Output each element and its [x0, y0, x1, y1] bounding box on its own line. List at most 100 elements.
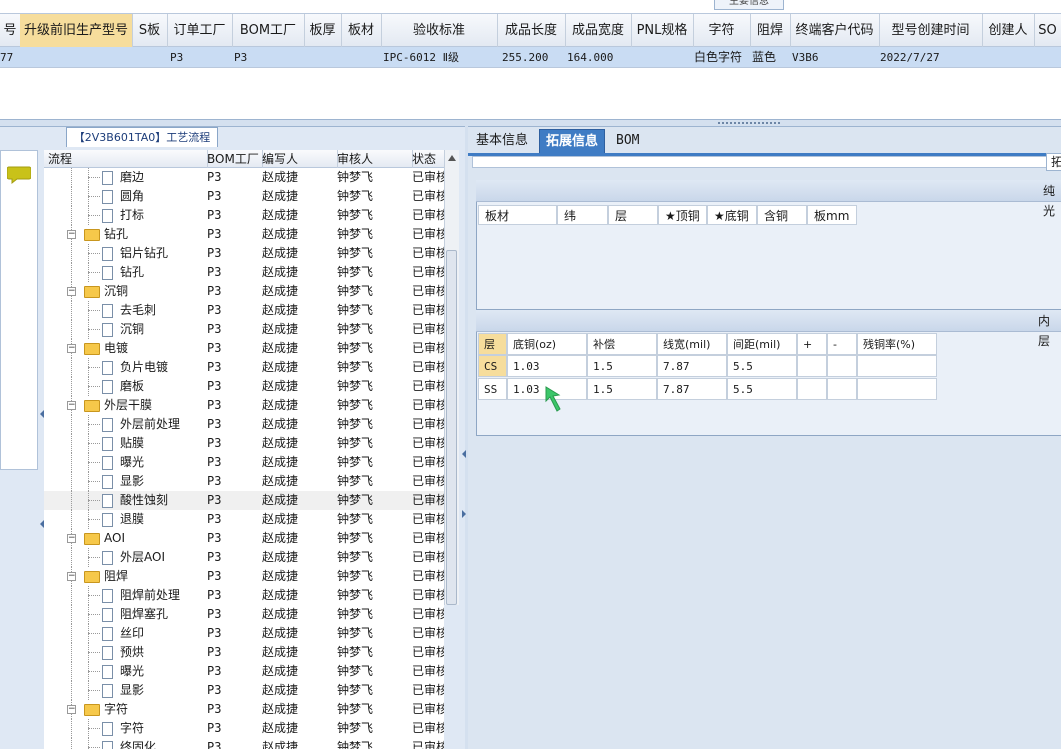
layer-cell[interactable]: SS: [478, 378, 507, 400]
col-header-old-model[interactable]: 升级前旧生产型号: [20, 14, 133, 48]
board-col-header[interactable]: ★顶铜: [658, 205, 707, 225]
tree-row[interactable]: 终固化 P3 赵成捷 钟梦飞 已审核: [44, 738, 444, 749]
col-header-reviewer[interactable]: 审核人: [333, 150, 413, 168]
tree-row[interactable]: 贴膜 P3 赵成捷 钟梦飞 已审核: [44, 434, 444, 453]
layer-col-header[interactable]: 线宽(mil): [657, 333, 727, 355]
tree-row[interactable]: 外层前处理 P3 赵成捷 钟梦飞 已审核: [44, 415, 444, 434]
layer-cell[interactable]: 7.87: [657, 378, 727, 400]
layer-cell[interactable]: 5.5: [727, 378, 797, 400]
col-header-length[interactable]: 成品长度: [497, 14, 566, 48]
tree-row[interactable]: 磨板 P3 赵成捷 钟梦飞 已审核: [44, 377, 444, 396]
col-header-mask[interactable]: 阻焊: [750, 14, 791, 48]
tab-extended-info[interactable]: 拓展信息: [539, 129, 606, 155]
tree-row[interactable]: 磨边 P3 赵成捷 钟梦飞 已审核: [44, 168, 444, 187]
tree-row[interactable]: − AOI P3 赵成捷 钟梦飞 已审核: [44, 529, 444, 548]
tree-row[interactable]: 外层AOI P3 赵成捷 钟梦飞 已审核: [44, 548, 444, 567]
tree-row[interactable]: 显影 P3 赵成捷 钟梦飞 已审核: [44, 681, 444, 700]
layer-cell[interactable]: [857, 355, 937, 377]
col-header-status[interactable]: 状态: [408, 150, 448, 168]
tree-row[interactable]: 预烘 P3 赵成捷 钟梦飞 已审核: [44, 643, 444, 662]
tree-row[interactable]: 酸性蚀刻 P3 赵成捷 钟梦飞 已审核: [44, 491, 444, 510]
layer-col-header[interactable]: 层: [478, 333, 507, 355]
tree-row[interactable]: 曝光 P3 赵成捷 钟梦飞 已审核: [44, 453, 444, 472]
col-header-s-board[interactable]: S板: [132, 14, 168, 48]
collapse-toggle-icon[interactable]: −: [67, 572, 76, 581]
main-info-tab[interactable]: 主要信息: [714, 0, 784, 10]
col-header-creator[interactable]: 创建人: [982, 14, 1035, 48]
col-header-order-factory[interactable]: 订单工厂: [167, 14, 233, 48]
layer-col-header[interactable]: 底铜(oz): [507, 333, 587, 355]
tree-row[interactable]: 去毛刺 P3 赵成捷 钟梦飞 已审核: [44, 301, 444, 320]
col-header-pnl[interactable]: PNL规格: [631, 14, 694, 48]
layer-col-header[interactable]: 间距(mil): [727, 333, 797, 355]
col-header-customer[interactable]: 终端客户代码: [790, 14, 880, 48]
board-col-header[interactable]: 纬: [557, 205, 608, 225]
col-header-thickness[interactable]: 板厚: [304, 14, 342, 48]
tree-row[interactable]: 字符 P3 赵成捷 钟梦飞 已审核: [44, 719, 444, 738]
tree-row[interactable]: 显影 P3 赵成捷 钟梦飞 已审核: [44, 472, 444, 491]
tree-row[interactable]: − 阻焊 P3 赵成捷 钟梦飞 已审核: [44, 567, 444, 586]
tree-row[interactable]: 阻焊前处理 P3 赵成捷 钟梦飞 已审核: [44, 586, 444, 605]
col-header-created-time[interactable]: 型号创建时间: [879, 14, 983, 48]
tree-row[interactable]: 圆角 P3 赵成捷 钟梦飞 已审核: [44, 187, 444, 206]
col-header-flow[interactable]: 流程: [44, 150, 208, 168]
splitter-grip-vertical[interactable]: [462, 450, 466, 520]
collapse-toggle-icon[interactable]: −: [67, 230, 76, 239]
collapse-toggle-icon[interactable]: −: [67, 534, 76, 543]
layer-col-header[interactable]: -: [827, 333, 857, 355]
expand-button[interactable]: 拓: [1046, 153, 1061, 171]
tree-row[interactable]: 沉铜 P3 赵成捷 钟梦飞 已审核: [44, 320, 444, 339]
layer-col-header[interactable]: +: [797, 333, 827, 355]
board-col-header[interactable]: 含铜: [757, 205, 807, 225]
table-row[interactable]: 77 P3 P3 IPC-6012 Ⅱ级 255.200 164.000 白色字…: [0, 47, 1061, 68]
layer-cell[interactable]: [797, 355, 827, 377]
tree-row[interactable]: − 外层干膜 P3 赵成捷 钟梦飞 已审核: [44, 396, 444, 415]
col-header-char[interactable]: 字符: [693, 14, 751, 48]
collapse-toggle-icon[interactable]: −: [67, 344, 76, 353]
tab-bom[interactable]: BOM: [610, 129, 645, 153]
col-header-width[interactable]: 成品宽度: [565, 14, 632, 48]
layer-cell[interactable]: 1.03: [507, 355, 587, 377]
board-col-header[interactable]: 板材: [478, 205, 557, 225]
tree-row[interactable]: − 电镀 P3 赵成捷 钟梦飞 已审核: [44, 339, 444, 358]
layer-cell[interactable]: 1.5: [587, 355, 657, 377]
layer-col-header[interactable]: 补偿: [587, 333, 657, 355]
tree-row[interactable]: 丝印 P3 赵成捷 钟梦飞 已审核: [44, 624, 444, 643]
col-header-material[interactable]: 板材: [341, 14, 382, 48]
board-col-header[interactable]: ★底铜: [707, 205, 757, 225]
collapse-toggle-icon[interactable]: −: [67, 287, 76, 296]
collapse-toggle-icon[interactable]: −: [67, 705, 76, 714]
layer-cell[interactable]: [827, 355, 857, 377]
tab-basic-info[interactable]: 基本信息: [470, 129, 534, 153]
layer-col-header[interactable]: 残铜率(%): [857, 333, 937, 355]
col-header-no[interactable]: 号: [0, 14, 21, 48]
layer-cell[interactable]: [797, 378, 827, 400]
layer-cell[interactable]: [827, 378, 857, 400]
layer-cell[interactable]: 1.5: [587, 378, 657, 400]
tree-row[interactable]: 阻焊塞孔 P3 赵成捷 钟梦飞 已审核: [44, 605, 444, 624]
layer-cell[interactable]: 7.87: [657, 355, 727, 377]
col-header-so[interactable]: SO: [1034, 14, 1061, 48]
col-header-bom-factory[interactable]: BOM工厂: [232, 14, 305, 48]
tree-row[interactable]: − 字符 P3 赵成捷 钟梦飞 已审核: [44, 700, 444, 719]
tree-row[interactable]: 退膜 P3 赵成捷 钟梦飞 已审核: [44, 510, 444, 529]
flow-title[interactable]: 【2V3B601TA0】工艺流程: [66, 127, 218, 147]
col-header-bom[interactable]: BOM工厂: [203, 150, 263, 168]
tree-row[interactable]: − 钻孔 P3 赵成捷 钟梦飞 已审核: [44, 225, 444, 244]
layer-cell[interactable]: CS: [478, 355, 507, 377]
tree-row[interactable]: 打标 P3 赵成捷 钟梦飞 已审核: [44, 206, 444, 225]
scroll-up-icon[interactable]: [448, 155, 456, 161]
col-header-writer[interactable]: 编写人: [258, 150, 338, 168]
board-col-header[interactable]: 板mm: [807, 205, 857, 225]
tree-row[interactable]: − 沉铜 P3 赵成捷 钟梦飞 已审核: [44, 282, 444, 301]
tree-row[interactable]: 负片电镀 P3 赵成捷 钟梦飞 已审核: [44, 358, 444, 377]
col-header-acceptance[interactable]: 验收标准: [381, 14, 498, 48]
collapse-toggle-icon[interactable]: −: [67, 401, 76, 410]
tree-row[interactable]: 铝片钻孔 P3 赵成捷 钟梦飞 已审核: [44, 244, 444, 263]
board-col-header[interactable]: 层: [608, 205, 658, 225]
layer-cell[interactable]: 5.5: [727, 355, 797, 377]
scroll-thumb[interactable]: [446, 250, 457, 605]
tree-row[interactable]: 钻孔 P3 赵成捷 钟梦飞 已审核: [44, 263, 444, 282]
layer-cell[interactable]: [857, 378, 937, 400]
tree-row[interactable]: 曝光 P3 赵成捷 钟梦飞 已审核: [44, 662, 444, 681]
